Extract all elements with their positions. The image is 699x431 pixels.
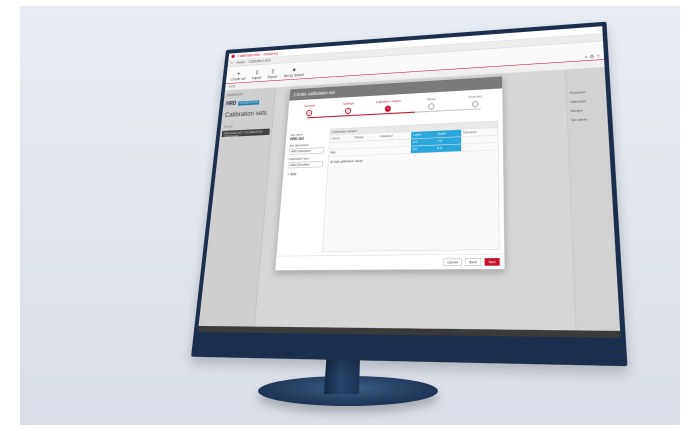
step-pending-icon [471, 100, 479, 108]
monitor-bezel: CalibrationSet - Sartorius ⌂ Home Calibr… [191, 21, 628, 367]
export-icon: ⇧ [270, 67, 276, 76]
tab-calibration-sets[interactable]: Calibration sets [248, 59, 271, 64]
ranges-table-panel: Calibration ranges Name Range Standard L… [322, 120, 500, 252]
monitor: CalibrationSet - Sartorius ⌂ Home Calibr… [191, 21, 628, 367]
create-set-button[interactable]: + Create set [231, 70, 247, 81]
check-icon: ✓ [344, 107, 352, 115]
app-logo-icon [231, 54, 235, 59]
step-values[interactable]: Values [415, 97, 447, 111]
plus-icon: + [236, 70, 241, 78]
set-name-value: HRD-Set [289, 136, 305, 142]
set-default-button[interactable]: ✦ Set as default [283, 66, 304, 78]
create-set-dialog: Create calibration set General ✓ Setting… [274, 75, 506, 271]
search-icon[interactable]: ⌕ [585, 54, 588, 60]
next-button[interactable]: Next [484, 257, 500, 266]
pin-icon: ✦ [291, 66, 297, 74]
step-summary[interactable]: Summary [459, 94, 491, 108]
step-settings[interactable]: Settings ✓ [333, 102, 364, 115]
type-field[interactable]: HRD-Standard [287, 161, 324, 169]
import-icon: ⇩ [254, 68, 260, 77]
settings-icon[interactable]: ⚙ [590, 54, 595, 60]
help-icon[interactable]: ? [596, 53, 599, 59]
add-button[interactable]: + Add [287, 172, 322, 176]
step-pending-icon [427, 103, 435, 110]
back-button[interactable]: Back [465, 257, 481, 266]
dialog-body: Set name HRD-Set Set description HRD-Sta… [281, 120, 500, 253]
check-icon: ✓ [305, 109, 313, 117]
cancel-button[interactable]: Cancel [443, 258, 462, 266]
export-button[interactable]: ⇧ Export [267, 68, 277, 79]
window-tools: ⌕ ⚙ ? [585, 53, 600, 60]
set-form: Set name HRD-Set Set description HRD-Sta… [281, 129, 325, 252]
step-current-icon: ● [384, 105, 392, 113]
screen: CalibrationSet - Sartorius ⌂ Home Calibr… [197, 26, 621, 338]
step-general[interactable]: General ✓ [294, 104, 324, 117]
home-icon[interactable]: ⌂ [231, 61, 233, 65]
description-field[interactable]: HRD-Standard [288, 147, 324, 155]
dialog-footer: Cancel Back Next [275, 253, 505, 271]
import-button[interactable]: ⇩ Import [252, 69, 262, 80]
step-calibration-ranges[interactable]: Calibration ranges ● [373, 99, 404, 113]
tab-home[interactable]: Home [236, 61, 245, 65]
